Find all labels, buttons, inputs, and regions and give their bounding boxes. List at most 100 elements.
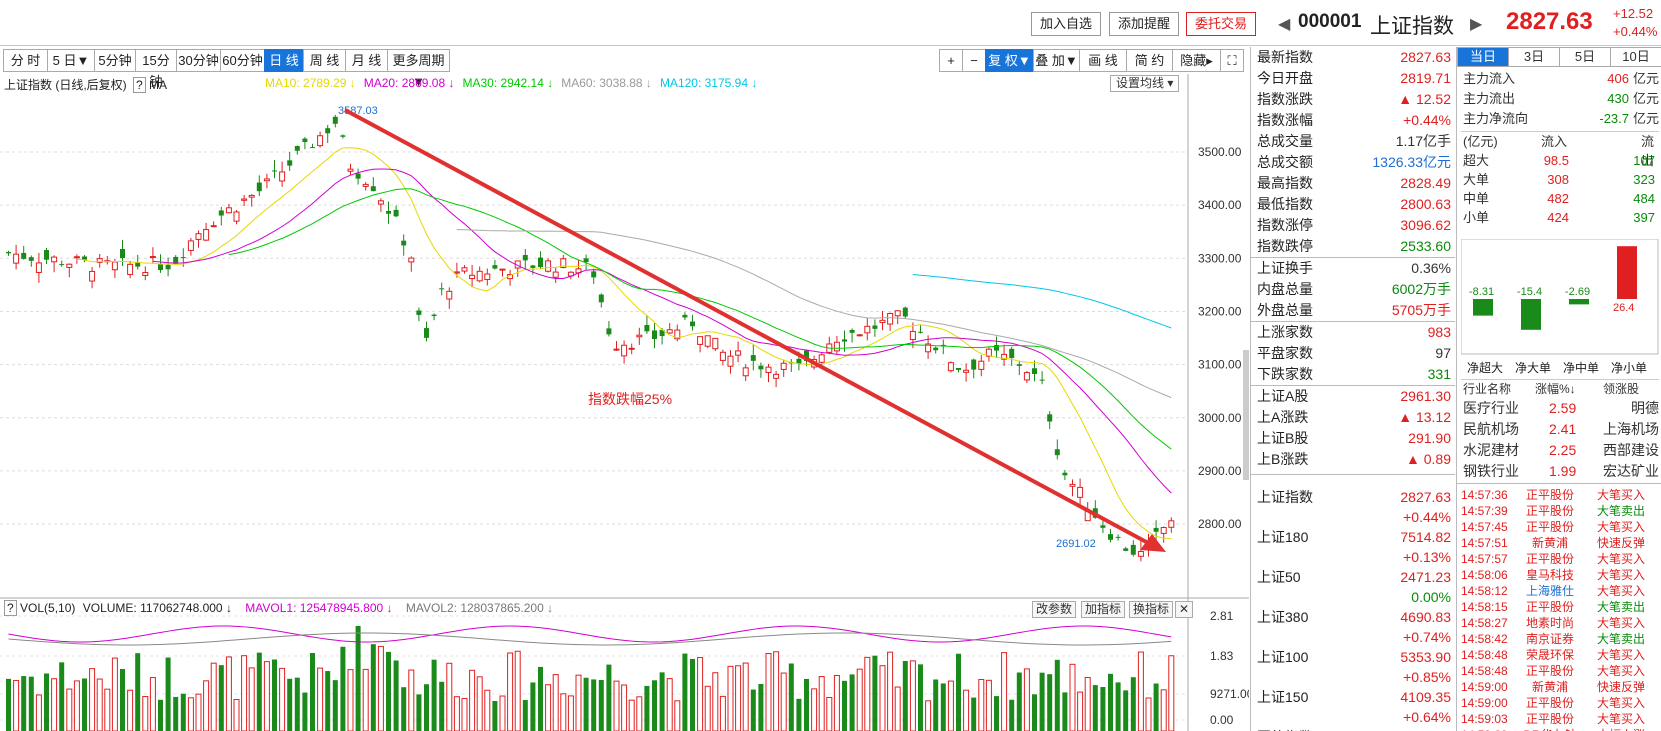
candle-body — [894, 310, 901, 317]
industry-row[interactable]: 医疗行业 2.59 明德 — [1461, 399, 1659, 418]
index-pct: +0.13% — [1403, 549, 1451, 565]
volume-bar — [408, 669, 415, 731]
next-stock-icon[interactable]: ▶ — [1470, 14, 1482, 34]
period-button[interactable]: 周 线 — [303, 49, 346, 72]
prev-stock-icon[interactable]: ◀ — [1278, 14, 1290, 34]
industry-row[interactable]: 民航机场 2.41 上海机场 — [1461, 420, 1659, 439]
quote-row: 总成交额 1326.33亿元 — [1255, 152, 1453, 173]
stock-name: 上证指数 — [1370, 15, 1454, 38]
period-button[interactable]: 5 日▼ — [47, 49, 95, 72]
tick-row[interactable]: 14:58:48 正平股份 大笔买入 — [1461, 663, 1661, 679]
index-row[interactable]: 上证380 4690.83 — [1255, 607, 1453, 628]
set-ma-button[interactable]: 设置均线 ▾ — [1110, 75, 1180, 92]
candle-body — [158, 263, 163, 271]
industry-pct: 1.99 — [1549, 463, 1577, 479]
flow-tab[interactable]: 3日 — [1508, 47, 1560, 67]
period-button[interactable]: 60分钟 — [220, 49, 265, 72]
period-button[interactable]: 30分钟 — [176, 49, 221, 72]
tick-row[interactable]: 14:57:36 正平股份 大笔买入 — [1461, 487, 1661, 503]
index-row[interactable]: 上证100 5353.90 — [1255, 647, 1453, 668]
chart-tool-button[interactable]: 简 约 — [1126, 49, 1173, 72]
flow-tab[interactable]: 当日 — [1457, 47, 1509, 67]
index-row[interactable]: 上证180 7514.82 — [1255, 527, 1453, 548]
volume-bar — [362, 668, 369, 731]
tick-row[interactable]: 14:59:00 正平股份 大笔买入 — [1461, 695, 1661, 711]
volume-bar — [894, 686, 901, 731]
index-name: 上证180 — [1257, 529, 1309, 545]
switch-indicator-button[interactable]: 换指标 — [1129, 601, 1174, 618]
volume-bar — [1092, 685, 1098, 731]
index-row[interactable]: 上证150 4109.35 — [1255, 687, 1453, 708]
stock-code: 000001 — [1298, 11, 1362, 32]
volume-bar — [879, 665, 886, 731]
add-alert-button[interactable]: 添加提醒 — [1109, 12, 1180, 36]
chart-tool-button[interactable]: − — [962, 49, 986, 72]
low-label: 2691.02 — [1056, 538, 1096, 550]
add-indicator-button[interactable]: 加指标 — [1081, 601, 1126, 618]
period-button[interactable]: 分 时 — [3, 49, 48, 72]
chart-scrollbar[interactable] — [1243, 350, 1249, 480]
flow-tab[interactable]: 10日 — [1610, 47, 1661, 67]
volume-bar — [644, 685, 650, 731]
price-change: +12.52 — [1613, 6, 1654, 21]
kline-chart[interactable]: 3500.00 3400.00 3300.00 3200.00 3100.00 3000.… — [0, 74, 1254, 731]
vol-help-icon[interactable]: ? — [4, 600, 17, 616]
volume-bar — [1062, 692, 1068, 731]
quote-row: 总成交量 1.17亿手 — [1255, 131, 1453, 152]
tick-row[interactable]: 14:57:51 新黄浦 快速反弹 — [1461, 535, 1661, 551]
volume-bar — [287, 678, 293, 731]
candle-body — [165, 264, 171, 270]
trade-button[interactable]: 委托交易 — [1186, 12, 1257, 36]
chart-tool-button[interactable]: 复 权▼ — [985, 49, 1034, 72]
volume-bar — [1047, 674, 1053, 731]
volume-bar — [386, 651, 391, 731]
tick-row[interactable]: 14:59:03 正平股份 大笔买入 — [1461, 711, 1661, 727]
tick-row[interactable]: 14:58:15 正平股份 大笔卖出 — [1461, 599, 1661, 615]
flow-tab[interactable]: 5日 — [1559, 47, 1611, 67]
industry-row[interactable]: 钢铁行业 1.99 宏达矿业 — [1461, 462, 1659, 481]
tick-row[interactable]: 14:59:00 新黄浦 快速反弹 — [1461, 679, 1661, 695]
candle-body — [127, 263, 134, 275]
tick-row[interactable]: 14:57:45 正平股份 大笔买入 — [1461, 519, 1661, 535]
vol-tick-label: 0.00 — [1210, 713, 1234, 727]
flow-out: 397 — [1633, 210, 1655, 225]
index-row[interactable]: 上证指数 2827.63 — [1255, 487, 1453, 508]
chart-tool-button[interactable]: 隐藏▸ — [1172, 49, 1221, 72]
tick-row[interactable]: 14:58:27 地素时尚 大笔买入 — [1461, 615, 1661, 631]
change-params-button[interactable]: 改参数 — [1032, 601, 1077, 618]
tick-row[interactable]: 14:59:09 DR华友钴 大幅上涨 — [1461, 727, 1661, 731]
tick-row[interactable]: 14:58:42 南京证券 大笔卖出 — [1461, 631, 1661, 647]
candle-body — [758, 365, 764, 370]
chart-tool-button[interactable]: + — [939, 49, 963, 72]
tick-row[interactable]: 14:58:48 荣晟环保 大笔买入 — [1461, 647, 1661, 663]
close-indicator-button[interactable]: ✕ — [1175, 601, 1194, 618]
index-row[interactable]: 国债指数 165.84 — [1255, 727, 1453, 731]
period-button[interactable]: 月 线 — [345, 49, 388, 72]
tick-row[interactable]: 14:57:57 正平股份 大笔买入 — [1461, 551, 1661, 567]
volume-bar — [1077, 691, 1084, 731]
chart-tool-button[interactable]: 画 线 — [1079, 49, 1127, 72]
index-name: 上证380 — [1257, 609, 1309, 625]
index-pct: +0.74% — [1403, 629, 1451, 645]
add-watchlist-button[interactable]: 加入自选 — [1031, 12, 1102, 36]
quote-label: 上证换手 — [1257, 260, 1313, 276]
period-button[interactable]: 日 线 — [264, 49, 304, 72]
chart-tool-button[interactable]: 叠 加▼ — [1033, 49, 1080, 72]
chart-tool-button[interactable]: ⛶ — [1220, 49, 1244, 72]
industry-leader: 上海机场 — [1603, 421, 1659, 437]
period-button[interactable]: 15分钟 — [135, 49, 177, 89]
vol-tick-label: 2.81 — [1210, 609, 1234, 623]
index-row[interactable]: 上证50 2471.23 — [1255, 567, 1453, 588]
index-pct-row: 0.00% — [1255, 587, 1453, 608]
period-button[interactable]: 5分钟 — [94, 49, 136, 72]
tick-row[interactable]: 14:58:12 上海雅仕 大笔买入 — [1461, 583, 1661, 599]
volume-bar — [424, 684, 429, 731]
quote-value: 1326.33亿元 — [1372, 154, 1451, 170]
help-icon[interactable]: ? — [133, 77, 146, 93]
volume-bar — [530, 682, 536, 731]
volume-bar — [606, 664, 612, 731]
industry-row[interactable]: 水泥建材 2.25 西部建设 — [1461, 441, 1659, 460]
tick-row[interactable]: 14:58:06 皇马科技 大笔买入 — [1461, 567, 1661, 583]
tick-row[interactable]: 14:57:39 正平股份 大笔卖出 — [1461, 503, 1661, 519]
period-button[interactable]: 更多周期▼ — [387, 49, 450, 89]
